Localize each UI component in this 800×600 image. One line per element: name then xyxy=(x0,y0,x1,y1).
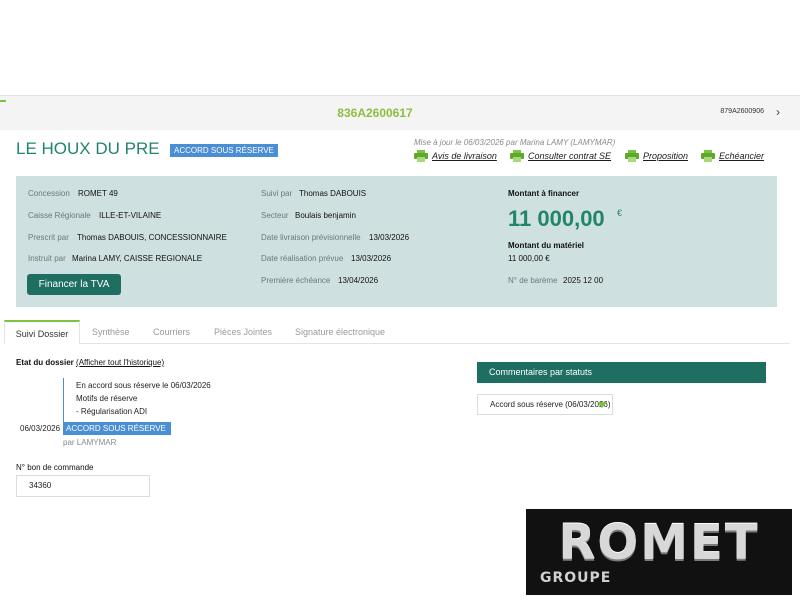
prescrit-label: Prescrit par xyxy=(28,233,69,242)
date-livraison-label: Date livraison prévisionnelle xyxy=(261,233,361,242)
etat-dossier-heading: Etat du dossier (Afficher tout l'histori… xyxy=(16,358,164,367)
page-title: LE HOUX DU PRE xyxy=(16,139,160,158)
printer-icon xyxy=(625,149,639,162)
timeline-author: par LAMYMAR xyxy=(63,438,117,447)
accent-line xyxy=(0,100,6,102)
bon-commande-input[interactable]: 34360 xyxy=(16,475,150,497)
history-link[interactable]: (Afficher tout l'historique) xyxy=(76,358,164,367)
montant-financer-label: Montant à financer xyxy=(508,189,580,198)
next-dossier-link[interactable]: 879A2600906 xyxy=(720,108,764,115)
caisse-value: ILLE-ET-VILAINE xyxy=(99,211,162,220)
tab-suivi-dossier[interactable]: Suivi Dossier xyxy=(4,320,80,344)
comments-header: Commentaires par statuts xyxy=(477,362,766,383)
dossier-header: LE HOUX DU PRE ACCORD SOUS RÉSERVE Mise … xyxy=(0,130,790,175)
printer-icon xyxy=(510,149,524,162)
suivi-value: Thomas DABOUIS xyxy=(299,189,367,198)
comments-status-select[interactable]: Accord sous réserve (06/03/2026) xyxy=(477,394,613,415)
timeline-date: 06/03/2026 xyxy=(20,424,61,433)
premiere-echeance-label: Première échéance xyxy=(261,276,331,285)
date-realisation-label: Date réalisation prévue xyxy=(261,254,344,263)
tab-pieces-jointes[interactable]: Pièces Jointes xyxy=(214,320,272,344)
timeline-event-text: En accord sous réserve le 06/03/2026 xyxy=(76,381,211,390)
bareme-label: N° de barème xyxy=(508,276,558,285)
montant-materiel-label: Montant du matériel xyxy=(508,241,585,250)
secteur-label: Secteur xyxy=(261,211,289,220)
action-label: Echéancier xyxy=(719,150,765,161)
concession-value: ROMET 49 xyxy=(78,189,118,198)
action-label: Avis de livraison xyxy=(432,150,497,161)
date-realisation-value: 13/03/2026 xyxy=(351,254,392,263)
chevron-down-icon xyxy=(597,402,607,408)
date-livraison-value: 13/03/2026 xyxy=(369,233,410,242)
dossier-reference: 836A2600617 xyxy=(337,106,413,120)
montant-financer-value: 11 000,00 xyxy=(508,206,605,231)
avis-livraison-link[interactable]: Avis de livraison xyxy=(414,149,497,162)
suivi-dossier-content: Etat du dossier (Afficher tout l'histori… xyxy=(0,345,790,505)
dossier-tabs: Suivi Dossier Synthèse Courriers Pièces … xyxy=(4,320,790,344)
action-label: Consulter contrat SE xyxy=(528,150,612,161)
page: 836A2600617 879A2600906 › LE HOUX DU PRE… xyxy=(0,0,800,600)
timeline-motifs-label: Motifs de réserve xyxy=(76,394,138,403)
etat-label: Etat du dossier xyxy=(16,358,74,367)
consulter-contrat-link[interactable]: Consulter contrat SE xyxy=(510,149,611,162)
chevron-right-icon[interactable]: › xyxy=(776,105,780,119)
select-value: Accord sous réserve (06/03/2026) xyxy=(490,400,611,409)
suivi-label: Suivi par xyxy=(261,189,293,198)
bareme-value: 2025 12 00 xyxy=(563,276,604,285)
dossier-topbar: 836A2600617 879A2600906 › xyxy=(0,95,800,130)
concession-label: Concession xyxy=(28,189,70,198)
logo-brand: ROMET xyxy=(558,515,760,571)
timeline-status-badge: ACCORD SOUS RÉSERVE xyxy=(63,422,171,435)
proposition-link[interactable]: Proposition xyxy=(625,149,688,162)
printer-icon xyxy=(414,149,428,162)
echeancier-link[interactable]: Echéancier xyxy=(701,149,764,162)
dossier-summary-panel: Concession ROMET 49 Caisse Régionale ILL… xyxy=(16,176,777,307)
euro-symbol: € xyxy=(617,208,623,218)
last-update-text: Mise à jour le 06/03/2026 par Marina LAM… xyxy=(414,138,616,147)
action-label: Proposition xyxy=(643,150,689,161)
secteur-value: Boulais benjamin xyxy=(295,211,356,220)
caisse-label: Caisse Régionale xyxy=(28,211,91,220)
logo-sub: GROUPE xyxy=(540,570,612,586)
instruit-value: Marina LAMY, CAISSE REGIONALE xyxy=(72,254,203,263)
timeline-motif-item: - Régularisation ADI xyxy=(76,407,148,416)
status-badge: ACCORD SOUS RÉSERVE xyxy=(170,144,278,157)
printer-icon xyxy=(701,149,715,162)
tab-courriers[interactable]: Courriers xyxy=(153,320,190,344)
prescrit-value: Thomas DABOUIS, CONCESSIONNAIRE xyxy=(77,233,227,242)
bon-commande-label: N° bon de commande xyxy=(16,463,94,472)
tab-signature-electronique[interactable]: Signature électronique xyxy=(295,320,385,344)
financer-tva-button[interactable]: Financer la TVA xyxy=(27,274,121,295)
romet-groupe-logo: ROMET GROUPE xyxy=(526,509,792,595)
tab-synthese[interactable]: Synthèse xyxy=(92,320,130,344)
instruit-label: Instruit par xyxy=(28,254,66,263)
timeline-line xyxy=(63,378,64,422)
premiere-echeance-value: 13/04/2026 xyxy=(338,276,379,285)
montant-materiel-value: 11 000,00 € xyxy=(508,254,550,263)
